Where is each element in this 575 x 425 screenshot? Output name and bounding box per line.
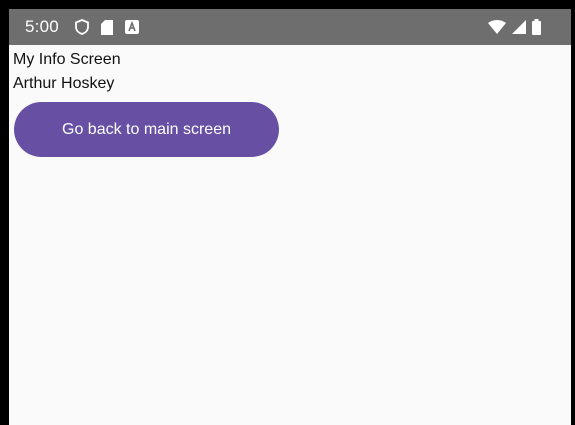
a-notification-icon	[124, 17, 139, 37]
wifi-icon	[488, 17, 506, 37]
signal-icon	[512, 17, 526, 37]
battery-icon	[532, 17, 541, 37]
sd-card-icon	[100, 17, 113, 37]
go-back-button[interactable]: Go back to main screen	[14, 102, 279, 157]
shield-icon	[74, 17, 89, 37]
device-bezel-top	[0, 0, 575, 9]
device-frame: 5:00 My Info Screen Arthur Hoskey Go bac…	[0, 0, 575, 425]
status-bar: 5:00	[9, 9, 571, 45]
user-name: Arthur Hoskey	[13, 75, 115, 92]
app-screen: My Info Screen Arthur Hoskey Go back to …	[9, 45, 571, 425]
status-right-icons	[482, 17, 541, 37]
device-bezel-left	[0, 0, 9, 425]
screen-title: My Info Screen	[13, 51, 121, 68]
status-time: 5:00	[25, 17, 59, 36]
device-bezel-right	[571, 0, 575, 425]
